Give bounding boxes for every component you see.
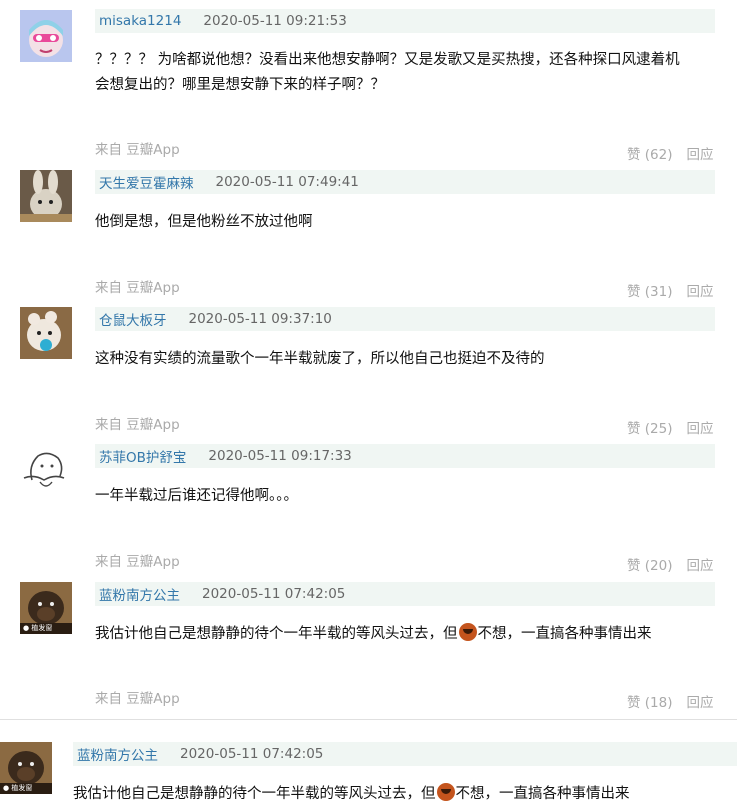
avatar[interactable] xyxy=(20,10,72,62)
reply-button[interactable]: 回应 xyxy=(687,143,714,163)
sketch-avatar-image xyxy=(20,444,72,496)
reply-button[interactable]: 回应 xyxy=(687,417,714,437)
comment-text: 我估计他自己是想静静的待个一年半载的等风头过去，但 不想，一直搞各种事情出来 xyxy=(73,782,630,807)
source-label: 来自 豆瓣App xyxy=(95,142,180,158)
comment-header: 仓鼠大板牙 2020-05-11 09:37:10 xyxy=(95,307,715,331)
avatar-caption: ● 植发窗 xyxy=(3,784,33,792)
like-button[interactable]: 赞 (18) xyxy=(627,691,673,711)
like-button[interactable]: 赞 (62) xyxy=(627,143,673,163)
comment-time: 2020-05-11 07:42:05 xyxy=(180,746,324,762)
comment-actions: 赞 (25) 回应 xyxy=(627,417,714,437)
avatar[interactable]: ● 植发窗 xyxy=(0,742,52,794)
comment-text-part: 我估计他自己是想静静的待个一年半载的等风头过去，但 xyxy=(95,626,458,642)
avatar-caption: ● 植发窗 xyxy=(23,624,53,632)
source-label: 来自 豆瓣App xyxy=(95,554,180,570)
reply-button[interactable]: 回应 xyxy=(687,554,714,574)
comment-actions: 赞 (31) 回应 xyxy=(627,280,714,300)
username-link[interactable]: 苏菲OB护舒宝 xyxy=(99,446,186,466)
comment-text-line: 会想复出的？哪里是想安静下来的样子啊？？ xyxy=(95,77,385,93)
source-label: 来自 豆瓣App xyxy=(95,417,180,433)
comment-time: 2020-05-11 09:17:33 xyxy=(208,448,352,464)
emoji-icon xyxy=(436,783,455,801)
comment-text: ？？？？ 为啥都说他想？没看出来他想安静啊？又是发歌又是买热搜，还各种探口风逮着… xyxy=(95,48,725,98)
source-label: 来自 豆瓣App xyxy=(95,280,180,296)
avatar[interactable] xyxy=(20,444,72,496)
avatar[interactable] xyxy=(20,307,72,359)
username-link[interactable]: 蓝粉南方公主 xyxy=(77,744,158,764)
comment-header: 蓝粉南方公主 2020-05-11 07:42:05 xyxy=(73,742,737,766)
comment-text-part: 不想，一直搞各种事情出来 xyxy=(455,786,630,802)
comment-actions: 赞 (20) 回应 xyxy=(627,554,714,574)
rabbit-avatar-image xyxy=(20,170,72,222)
hamster-avatar-image xyxy=(20,307,72,359)
username-link[interactable]: 天生爱豆霍麻辣 xyxy=(99,172,194,192)
comment-header: 苏菲OB护舒宝 2020-05-11 09:17:33 xyxy=(95,444,715,468)
comment-header: 蓝粉南方公主 2020-05-11 07:42:05 xyxy=(95,582,715,606)
comment-text: 他倒是想，但是他粉丝不放过他啊 xyxy=(95,214,313,230)
comment-actions: 赞 (18) 回应 xyxy=(627,691,714,711)
comment-text: 这种没有实绩的流量歌个一年半载就废了，所以他自己也挺迫不及待的 xyxy=(95,351,545,367)
comment-actions: 赞 (62) 回应 xyxy=(627,143,714,163)
comment-time: 2020-05-11 09:37:10 xyxy=(188,311,332,327)
comment-time: 2020-05-11 07:49:41 xyxy=(215,174,359,190)
comment-header: misaka1214 2020-05-11 09:21:53 xyxy=(95,9,715,33)
comment-text: 我估计他自己是想静静的待个一年半载的等风头过去，但 不想，一直搞各种事情出来 xyxy=(95,622,652,647)
anime-avatar-image xyxy=(20,10,72,62)
comment-header: 天生爱豆霍麻辣 2020-05-11 07:49:41 xyxy=(95,170,715,194)
source-label: 来自 豆瓣App xyxy=(95,691,180,707)
like-button[interactable]: 赞 (31) xyxy=(627,280,673,300)
reply-button[interactable]: 回应 xyxy=(687,691,714,711)
username-link[interactable]: 蓝粉南方公主 xyxy=(99,584,180,604)
avatar[interactable]: ● 植发窗 xyxy=(20,582,72,634)
comment-text: 一年半载过后谁还记得他啊。。。 xyxy=(95,488,298,504)
like-button[interactable]: 赞 (20) xyxy=(627,554,673,574)
like-button[interactable]: 赞 (25) xyxy=(627,417,673,437)
username-link[interactable]: 仓鼠大板牙 xyxy=(99,309,167,329)
emoji-icon xyxy=(458,623,477,641)
comment-time: 2020-05-11 07:42:05 xyxy=(202,586,346,602)
comment-text-line: ？？？？ 为啥都说他想？没看出来他想安静啊？又是发歌又是买热搜，还各种探口风逮着… xyxy=(95,52,680,68)
avatar[interactable] xyxy=(20,170,72,222)
divider xyxy=(0,719,737,720)
comment-text-part: 不想，一直搞各种事情出来 xyxy=(477,626,652,642)
username-link[interactable]: misaka1214 xyxy=(99,13,181,29)
comment-time: 2020-05-11 09:21:53 xyxy=(203,13,347,29)
comment-text-part: 我估计他自己是想静静的待个一年半载的等风头过去，但 xyxy=(73,786,436,802)
reply-button[interactable]: 回应 xyxy=(687,280,714,300)
